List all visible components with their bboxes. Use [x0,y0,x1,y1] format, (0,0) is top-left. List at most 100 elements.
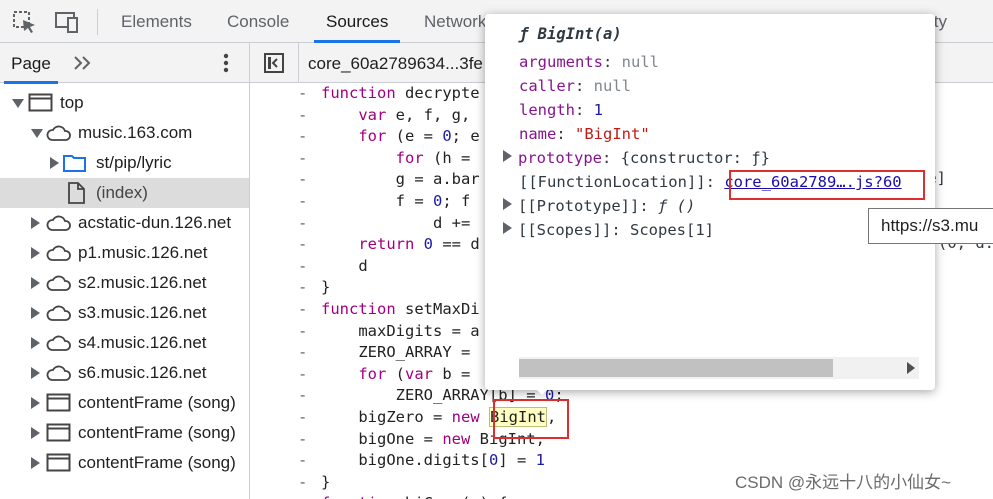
property-prototype[interactable]: prototype: {constructor: ƒ} [503,146,770,170]
tree-item-domain[interactable]: music.163.com [0,118,249,148]
tree-item-domain[interactable]: p1.music.126.net [0,238,249,268]
line-gutter-marker[interactable]: - [298,342,307,364]
line-gutter-marker[interactable]: - [298,472,307,494]
code-text: for (h = [395,148,471,167]
code-text: d [321,256,368,275]
url-tooltip: https://s3.mu [868,208,993,244]
tab-bar-divider [298,43,299,83]
tree-item-label: contentFrame (song) [78,453,236,472]
chevron-right-icon[interactable] [31,307,40,319]
tree-item-label: acstatic-dun.126.net [78,213,232,232]
cloud-icon [46,361,72,385]
line-gutter-marker[interactable]: - [298,299,307,321]
property-value: null [593,77,631,95]
chevron-right-icon[interactable] [31,337,40,349]
tree-item-frame[interactable]: contentFrame (song) [0,418,249,448]
tab-console[interactable]: Console [215,0,301,42]
tree-item-domain[interactable]: s4.music.126.net [0,328,249,358]
line-gutter-marker[interactable]: - [298,191,307,213]
chevron-right-icon[interactable] [50,157,59,169]
tree-item-label: contentFrame (song) [78,423,236,442]
object-preview-popover: ƒ BigInt(a) arguments: null caller: null… [485,14,935,390]
tab-elements[interactable]: Elements [109,0,204,42]
toolbar-divider [97,9,98,35]
tree-item-label: st/pip/lyric [96,153,172,172]
scrollbar-thumb[interactable] [519,359,833,377]
property-key: [[Prototype]] [518,197,640,215]
line-gutter-marker[interactable]: - [298,407,307,429]
property-key: name [519,125,557,143]
file-tab[interactable]: core_60a2789634...3fe [308,43,483,83]
line-gutter-marker[interactable]: - [298,213,307,235]
line-gutter-marker[interactable]: - [298,83,307,105]
frame-icon [46,391,72,415]
tree-item-frame[interactable]: contentFrame (song) [0,388,249,418]
device-toolbar-icon[interactable] [54,10,80,34]
chevron-right-icon[interactable] [31,277,40,289]
property-internal-prototype[interactable]: [[Prototype]]: ƒ () [503,194,695,218]
code-text: function decrypte [321,84,480,102]
property-key: arguments [519,53,603,71]
property-key: caller [519,77,575,95]
line-gutter-marker[interactable]: - [298,493,307,499]
tree-item-top[interactable]: top [0,88,249,118]
tab-page[interactable]: Page [0,43,62,84]
expand-triangle-icon[interactable] [503,222,512,234]
line-gutter-marker[interactable]: - [298,169,307,191]
code-text: d += [321,213,471,232]
line-gutter-marker[interactable]: - [298,364,307,386]
code-text: function setMaxDi [321,300,480,318]
property-arguments: arguments: null [519,53,659,71]
kebab-menu-icon[interactable] [216,51,236,75]
toggle-navigator-icon[interactable] [263,52,285,74]
property-value: ƒ () [658,197,696,215]
chevron-right-icon[interactable] [31,367,40,379]
chevron-right-icon[interactable] [31,427,40,439]
line-gutter-marker[interactable]: - [298,429,307,451]
chevron-right-icon[interactable] [31,397,40,409]
chevron-right-icon[interactable] [31,457,40,469]
more-tabs-icon[interactable] [72,51,94,75]
horizontal-scrollbar[interactable] [519,357,919,379]
cloud-icon [46,301,72,325]
inspect-element-icon[interactable] [12,10,38,34]
scroll-right-arrow-icon[interactable] [907,362,915,374]
tree-item-domain[interactable]: s2.music.126.net [0,268,249,298]
line-gutter-marker[interactable]: - [298,321,307,343]
popover-pointer [534,387,550,395]
tree-item-frame[interactable]: contentFrame (song) [0,448,249,478]
tree-item-label: top [60,93,84,112]
tree-item-label: contentFrame (song) [78,393,236,412]
tree-item-folder[interactable]: st/pip/lyric [0,148,249,178]
line-gutter-marker[interactable]: - [298,126,307,148]
chevron-down-icon[interactable] [31,129,43,138]
file-navigator: Page top music.163.com st/pip/lyric (ind… [0,43,250,499]
line-gutter-marker[interactable]: - [298,450,307,472]
line-gutter-marker[interactable]: - [298,256,307,278]
expand-triangle-icon[interactable] [503,198,512,210]
expand-triangle-icon[interactable] [503,150,512,162]
line-gutter-marker[interactable]: - [298,105,307,127]
tree-item-domain[interactable]: s3.music.126.net [0,298,249,328]
tree-item-index-file[interactable]: (index) [0,178,249,208]
property-value: "BigInt" [575,125,650,143]
line-gutter-marker[interactable]: - [298,234,307,256]
chevron-right-icon[interactable] [31,247,40,259]
line-gutter-marker[interactable]: - [298,148,307,170]
tree-item-label: s4.music.126.net [78,333,207,352]
chevron-right-icon[interactable] [31,217,40,229]
property-name: name: "BigInt" [519,125,650,143]
line-gutter-marker[interactable]: - [298,277,307,299]
tab-sources[interactable]: Sources [314,0,401,43]
frame-icon [28,91,54,115]
tree-item-domain[interactable]: acstatic-dun.126.net [0,208,249,238]
folder-icon [62,151,88,175]
cloud-icon [46,271,72,295]
code-text: } [321,278,331,297]
property-scopes[interactable]: [[Scopes]]: Scopes[1] [503,218,714,242]
property-length: length: 1 [519,101,604,119]
chevron-down-icon[interactable] [12,99,24,108]
line-gutter-marker[interactable]: - [298,385,307,407]
tree-item-domain[interactable]: s6.music.126.net [0,358,249,388]
property-key: [[FunctionLocation]] [519,173,706,191]
